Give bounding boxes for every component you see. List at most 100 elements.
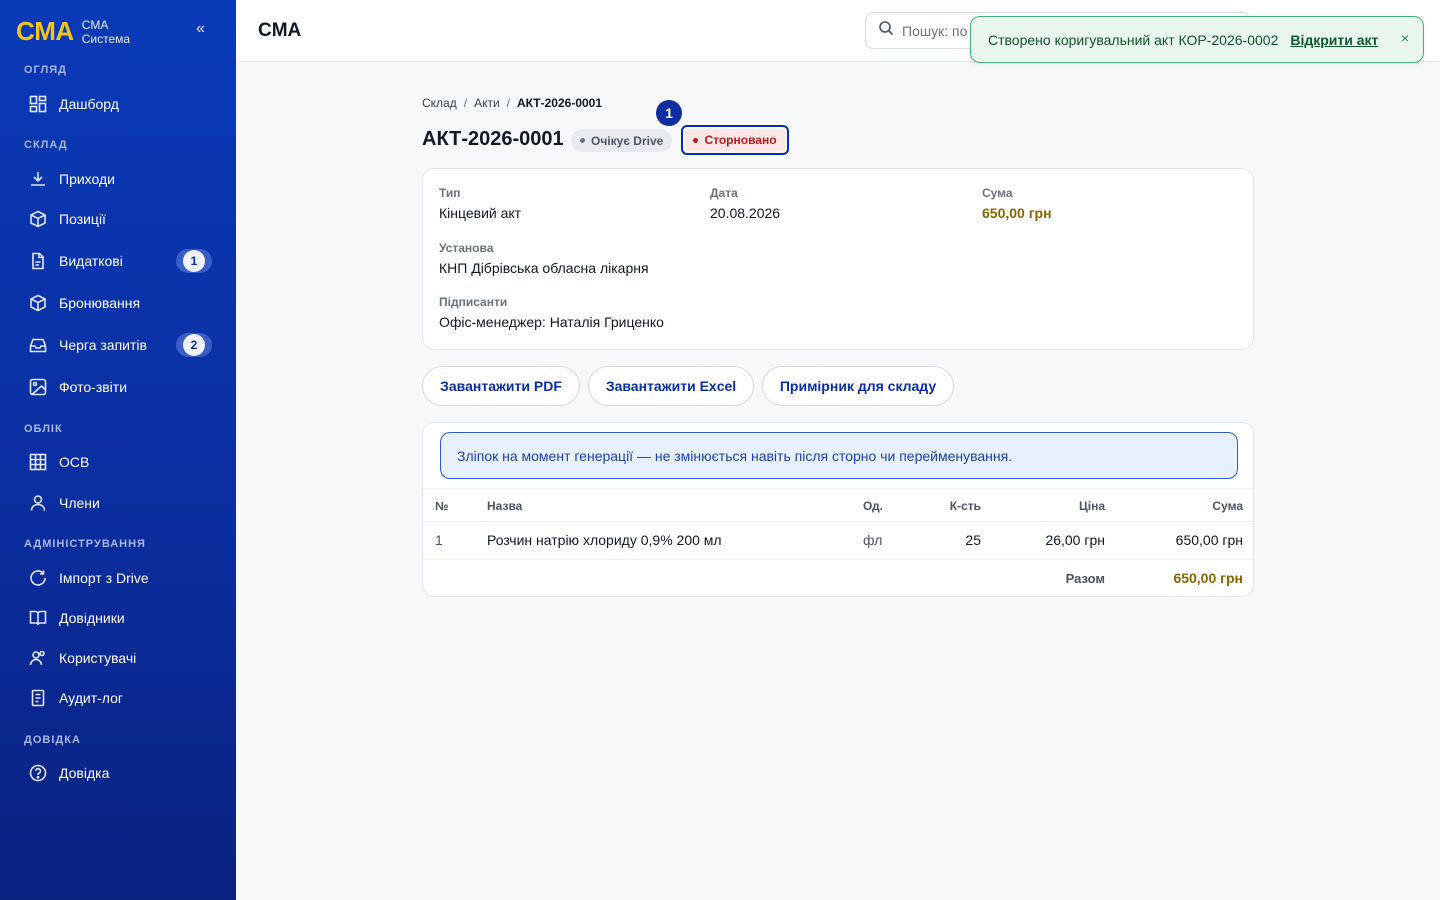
brand-line-2: Система: [81, 31, 131, 46]
field-sum: Сума 650,00 грн: [982, 186, 1052, 221]
items-table-card: Зліпок на момент генерації — не змінюєть…: [422, 422, 1254, 597]
field-organization: Установа КНП Дібрівська обласна лікарня: [439, 241, 649, 276]
open-act-link[interactable]: Відкрити акт: [1290, 32, 1378, 48]
sidebar-item-label: Аудит-лог: [59, 690, 123, 706]
column-header-num: №: [435, 499, 449, 513]
status-dot: [693, 137, 699, 143]
toast-close-icon[interactable]: ×: [1401, 30, 1409, 46]
act-info-card: Тип Кінцевий акт Дата 20.08.2026 Сума 65…: [422, 168, 1254, 350]
field-value: Кінцевий акт: [439, 205, 522, 221]
sidebar-item-label: Приходи: [59, 171, 115, 187]
sidebar-item-help[interactable]: Довідка: [20, 755, 216, 791]
field-signers: Підписанти Офіс-менеджер: Наталія Грицен…: [439, 295, 664, 330]
table-header: № Назва Од. К-сть Ціна Сума: [423, 488, 1253, 522]
sidebar-item-label: Дашборд: [59, 96, 119, 112]
field-label: Тип: [439, 186, 461, 200]
request-queue-count-badge: 2: [176, 333, 212, 357]
download-icon: [28, 169, 48, 189]
column-header-qty: К-сть: [949, 499, 981, 513]
document-icon: [28, 251, 48, 271]
help-icon: [28, 763, 48, 783]
sidebar-item-request-queue[interactable]: Черга запитів 2: [20, 327, 216, 363]
request-queue-count: 2: [183, 334, 205, 356]
sidebar: CMA CMA Система « ОГЛЯД Дашборд СКЛАД Пр…: [0, 0, 236, 900]
header-title: CMA: [258, 20, 302, 41]
reversed-status-pill: Сторновано: [685, 129, 785, 151]
column-header-sum: Сума: [1212, 499, 1243, 513]
sidebar-item-label: ОСВ: [59, 454, 90, 470]
status-dot: [580, 138, 585, 143]
section-label-warehouse: СКЛАД: [24, 139, 68, 151]
search-icon: [878, 20, 894, 41]
sidebar-item-label: Довідники: [59, 610, 125, 626]
reversed-status-badge[interactable]: Сторновано: [681, 125, 789, 155]
sidebar-item-audit-log[interactable]: Аудит-лог: [20, 680, 216, 716]
download-excel-button[interactable]: Завантажити Excel: [588, 366, 754, 406]
audit-icon: [28, 688, 48, 708]
sidebar-item-label: Фото-звіти: [59, 379, 128, 395]
sidebar-item-receipts[interactable]: Приходи: [20, 161, 216, 197]
field-label: Дата: [710, 186, 738, 200]
sidebar-item-label: Позиції: [59, 211, 106, 227]
book-icon: [28, 608, 48, 628]
field-label: Сума: [982, 186, 1013, 200]
sidebar-item-label: Довідка: [59, 765, 110, 781]
section-label-help: ДОВІДКА: [24, 734, 81, 746]
cell-qty: 25: [965, 532, 981, 548]
breadcrumb-warehouse[interactable]: Склад: [422, 96, 457, 110]
sidebar-item-positions[interactable]: Позиції: [20, 201, 216, 237]
cell-name: Розчин натрію хлориду 0,9% 200 мл: [487, 532, 722, 548]
total-label: Разом: [1065, 571, 1105, 586]
sidebar-item-directories[interactable]: Довідники: [20, 600, 216, 636]
cell-num: 1: [435, 532, 443, 548]
table-icon: [28, 452, 48, 472]
field-value: Офіс-менеджер: Наталія Гриценко: [439, 314, 664, 330]
box-icon: [28, 209, 48, 229]
success-toast: Створено коригувальний акт КОР-2026-0002…: [970, 16, 1424, 63]
reversed-status-label: Сторновано: [704, 133, 777, 147]
sidebar-item-reservations[interactable]: Бронювання: [20, 285, 216, 321]
download-pdf-button[interactable]: Завантажити PDF: [422, 366, 580, 406]
user-icon: [28, 493, 48, 513]
sidebar-item-expenses[interactable]: Видаткові 1: [20, 243, 216, 279]
sidebar-item-label: Користувачі: [59, 650, 137, 666]
breadcrumb-separator: /: [463, 96, 468, 110]
cell-sum: 650,00 грн: [1175, 532, 1243, 548]
column-header-price: Ціна: [1078, 499, 1105, 513]
sidebar-item-members[interactable]: Члени: [20, 485, 216, 521]
total-value: 650,00 грн: [1173, 570, 1243, 586]
drive-status-badge: Очікує Drive: [571, 129, 673, 152]
section-label-administration: АДМІНІСТРУВАННЯ: [24, 538, 146, 550]
brand-line-1: CMA: [81, 17, 109, 32]
refresh-icon: [28, 568, 48, 588]
toast-message: Створено коригувальний акт КОР-2026-0002: [988, 31, 1279, 48]
warehouse-copy-button[interactable]: Примірник для складу: [762, 366, 954, 406]
sidebar-item-users[interactable]: Користувачі: [20, 640, 216, 676]
field-value: 650,00 грн: [982, 205, 1052, 221]
breadcrumb-current: АКТ-2026-0001: [517, 96, 603, 110]
snapshot-notice: Зліпок на момент генерації — не змінюєть…: [440, 432, 1238, 479]
breadcrumb-acts[interactable]: Акти: [474, 96, 500, 110]
sidebar-item-dashboard[interactable]: Дашборд: [20, 86, 216, 122]
table-footer: Разом 650,00 грн: [423, 560, 1253, 596]
sidebar-item-osv[interactable]: ОСВ: [20, 444, 216, 480]
field-value: 20.08.2026: [710, 205, 781, 221]
field-date: Дата 20.08.2026: [710, 186, 780, 221]
drive-status-label: Очікує Drive: [591, 133, 664, 148]
users-icon: [28, 648, 48, 668]
brand-text: CMA Система: [82, 18, 130, 46]
table-row: 1 Розчин натрію хлориду 0,9% 200 мл фл 2…: [423, 522, 1253, 560]
sidebar-item-drive-import[interactable]: Імпорт з Drive: [20, 560, 216, 596]
expenses-count-badge: 1: [176, 249, 212, 273]
cell-unit: фл: [863, 532, 883, 548]
brand[interactable]: CMA CMA Система: [16, 16, 130, 47]
box-icon: [28, 293, 48, 313]
field-value: КНП Дібрівська обласна лікарня: [439, 260, 649, 276]
field-label: Установа: [439, 241, 494, 255]
inbox-icon: [28, 335, 48, 355]
dashboard-icon: [28, 94, 48, 114]
sidebar-item-photo-reports[interactable]: Фото-звіти: [20, 369, 216, 405]
column-header-unit: Од.: [863, 499, 883, 513]
brand-logo: CMA: [16, 16, 74, 46]
collapse-sidebar-button[interactable]: «: [196, 20, 205, 38]
